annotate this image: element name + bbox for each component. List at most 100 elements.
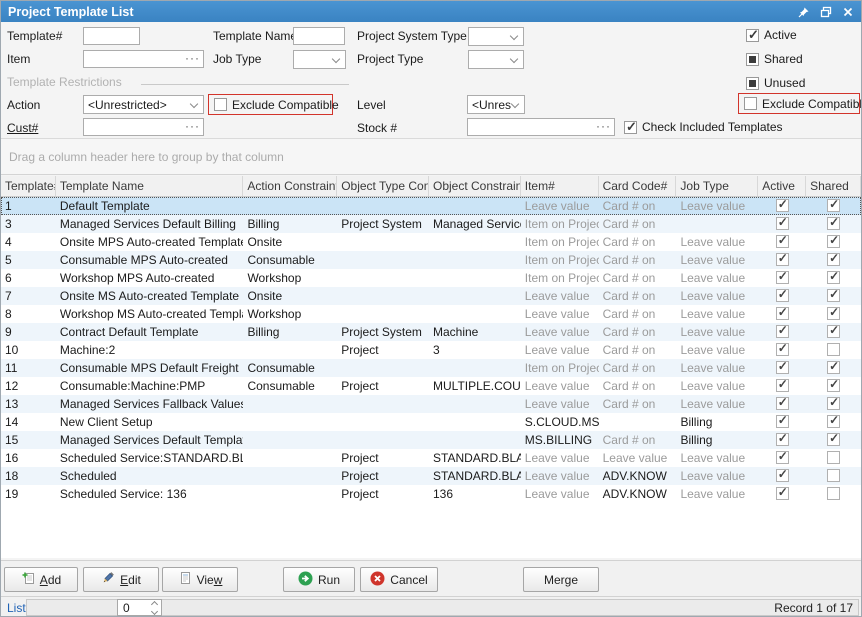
column-header-action-constraint[interactable]: Action Constraint: [243, 176, 337, 196]
column-header-card-code[interactable]: Card Code#: [599, 176, 677, 196]
shared-checkbox[interactable]: [827, 415, 840, 428]
run-button[interactable]: Run: [283, 567, 355, 592]
list-link[interactable]: List: [7, 601, 26, 615]
active-checkbox[interactable]: [776, 289, 789, 302]
active-checkbox[interactable]: [776, 361, 789, 374]
shared-checkbox[interactable]: [827, 271, 840, 284]
titlebar[interactable]: Project Template List: [1, 1, 861, 22]
check-included-checkbox-box[interactable]: [624, 121, 637, 134]
merge-button[interactable]: Merge: [523, 567, 599, 592]
shared-checkbox[interactable]: [827, 199, 840, 212]
column-header-shared[interactable]: Shared: [806, 176, 861, 196]
stock-ellipsis-button[interactable]: ···: [596, 119, 611, 133]
shared-checkbox[interactable]: [827, 451, 840, 464]
item-ellipsis-button[interactable]: ···: [185, 51, 200, 65]
exclude-compatible-checkbox-box[interactable]: [214, 98, 227, 111]
shared-checkbox[interactable]: [827, 361, 840, 374]
table-row[interactable]: 12Consumable:Machine:PMPConsumableProjec…: [1, 377, 861, 395]
table-row[interactable]: 1Default TemplateLeave valueCard # onLea…: [1, 197, 861, 215]
column-header-job-type[interactable]: Job Type: [676, 176, 758, 196]
template-number-input[interactable]: [83, 27, 140, 45]
exclude-compatible-checkbox[interactable]: Exclude Compatible: [208, 94, 333, 115]
shared-filter-checkbox[interactable]: Shared: [746, 52, 803, 66]
table-row[interactable]: 3Managed Services Default BillingBilling…: [1, 215, 861, 233]
active-checkbox[interactable]: [776, 469, 789, 482]
table-row[interactable]: 11Consumable MPS Default FreightConsumab…: [1, 359, 861, 377]
edit-button[interactable]: Edit: [83, 567, 159, 592]
stock-number-input[interactable]: ···: [467, 118, 615, 136]
active-checkbox[interactable]: [776, 235, 789, 248]
pin-icon[interactable]: [797, 5, 810, 18]
cust-number-input[interactable]: ···: [83, 118, 204, 136]
item-input[interactable]: ···: [83, 50, 204, 68]
active-checkbox[interactable]: [776, 253, 789, 266]
group-by-panel[interactable]: Drag a column header here to group by th…: [1, 138, 861, 175]
shared-checkbox[interactable]: [827, 253, 840, 266]
active-checkbox[interactable]: [776, 397, 789, 410]
shared-checkbox[interactable]: [827, 433, 840, 446]
shared-checkbox[interactable]: [827, 289, 840, 302]
table-row[interactable]: 5Consumable MPS Auto-createdConsumableIt…: [1, 251, 861, 269]
active-checkbox[interactable]: [776, 433, 789, 446]
table-row[interactable]: 16Scheduled Service:STANDARD.BLACKProjec…: [1, 449, 861, 467]
view-button[interactable]: View: [162, 567, 238, 592]
shared-checkbox[interactable]: [827, 397, 840, 410]
close-icon[interactable]: [841, 5, 854, 18]
project-type-select[interactable]: [468, 50, 524, 69]
table-row[interactable]: 15Managed Services Default TemplateMS.BI…: [1, 431, 861, 449]
level-select[interactable]: <Unres: [467, 95, 525, 114]
shared-checkbox[interactable]: [827, 343, 840, 356]
column-header-item-number[interactable]: Item#: [521, 176, 599, 196]
unused-filter-checkbox[interactable]: Unused: [746, 76, 805, 90]
shared-checkbox[interactable]: [827, 235, 840, 248]
column-header-object-constraint[interactable]: Object Constraint: [429, 176, 521, 196]
table-row[interactable]: 19Scheduled Service: 136Project136Leave …: [1, 485, 861, 503]
cancel-button[interactable]: Cancel: [360, 567, 438, 592]
column-header-template-number[interactable]: Template#: [1, 176, 56, 196]
active-checkbox[interactable]: [776, 343, 789, 356]
table-row[interactable]: 13Managed Services Fallback ValuesLeave …: [1, 395, 861, 413]
active-checkbox[interactable]: [776, 379, 789, 392]
job-type-select[interactable]: [293, 50, 346, 69]
restore-icon[interactable]: [819, 5, 832, 18]
shared-checkbox-box[interactable]: [746, 53, 759, 66]
active-filter-checkbox[interactable]: Active: [746, 28, 797, 42]
shared-checkbox[interactable]: [827, 487, 840, 500]
action-select[interactable]: <Unrestricted>: [83, 95, 204, 114]
template-name-input[interactable]: [293, 27, 345, 45]
exclude-compatible-2-checkbox[interactable]: Exclude Compatible: [738, 93, 860, 114]
table-row[interactable]: 7Onsite MS Auto-created TemplateOnsiteLe…: [1, 287, 861, 305]
shared-checkbox[interactable]: [827, 217, 840, 230]
table-row[interactable]: 18ScheduledProjectSTANDARD.BLACKLeave va…: [1, 467, 861, 485]
project-system-type-select[interactable]: [468, 27, 524, 46]
shared-checkbox[interactable]: [827, 469, 840, 482]
shared-checkbox[interactable]: [827, 307, 840, 320]
spinner-down-icon[interactable]: [150, 607, 157, 614]
active-checkbox-box[interactable]: [746, 29, 759, 42]
active-checkbox[interactable]: [776, 415, 789, 428]
active-checkbox[interactable]: [776, 487, 789, 500]
cust-ellipsis-button[interactable]: ···: [185, 119, 200, 133]
active-checkbox[interactable]: [776, 451, 789, 464]
active-checkbox[interactable]: [776, 199, 789, 212]
check-included-templates-checkbox[interactable]: Check Included Templates: [624, 120, 783, 134]
record-spinner[interactable]: 0: [117, 599, 162, 616]
table-row[interactable]: 8Workshop MS Auto-created TemplateWorksh…: [1, 305, 861, 323]
shared-checkbox[interactable]: [827, 325, 840, 338]
table-row[interactable]: 10Machine:2Project3Leave valueCard # onL…: [1, 341, 861, 359]
active-checkbox[interactable]: [776, 217, 789, 230]
table-row[interactable]: 4Onsite MPS Auto-created TemplateOnsiteI…: [1, 233, 861, 251]
active-checkbox[interactable]: [776, 325, 789, 338]
column-header-template-name[interactable]: Template Name: [56, 176, 244, 196]
unused-checkbox-box[interactable]: [746, 77, 759, 90]
column-header-object-type-constraint[interactable]: Object Type Const: [337, 176, 429, 196]
exclude-compatible-2-checkbox-box[interactable]: [744, 97, 757, 110]
table-row[interactable]: 14New Client SetupS.CLOUD.MSBilling: [1, 413, 861, 431]
table-row[interactable]: 6Workshop MPS Auto-createdWorkshopItem o…: [1, 269, 861, 287]
table-row[interactable]: 9Contract Default TemplateBillingProject…: [1, 323, 861, 341]
active-checkbox[interactable]: [776, 271, 789, 284]
add-button[interactable]: Add: [4, 567, 78, 592]
shared-checkbox[interactable]: [827, 379, 840, 392]
column-header-active[interactable]: Active: [758, 176, 806, 196]
active-checkbox[interactable]: [776, 307, 789, 320]
